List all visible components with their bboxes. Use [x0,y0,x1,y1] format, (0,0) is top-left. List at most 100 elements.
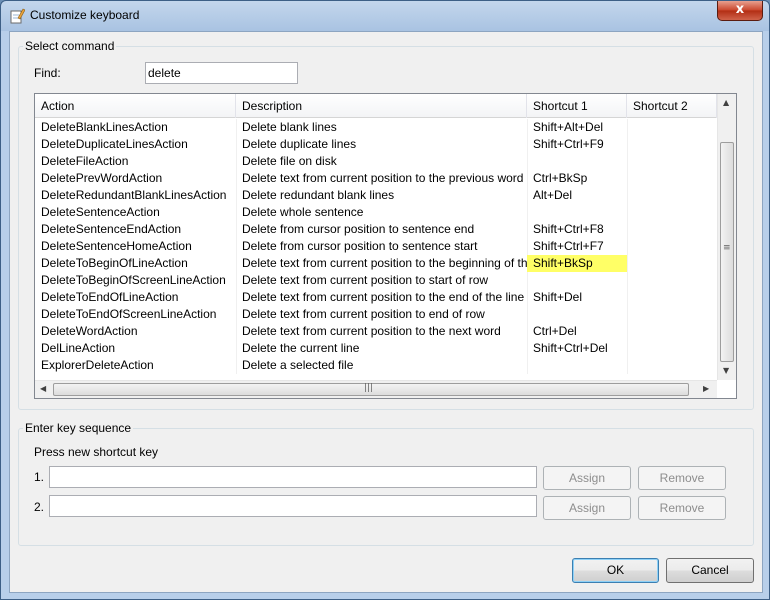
table-cell-shortcut2 [627,204,717,221]
ok-button[interactable]: OK [572,558,659,583]
shortcut-prompt: Press new shortcut key [34,445,159,459]
grip-icon: ≡ [723,243,731,253]
shortcut-input-2[interactable] [49,495,537,517]
remove-button-2[interactable]: Remove [638,496,726,520]
table-cell-shortcut2 [627,170,717,187]
table-row[interactable]: DeleteSentenceHomeAction Delete from curs… [35,238,717,255]
table-cell-shortcut2 [627,340,717,357]
table-cell-shortcut1: Shift+BkSp [527,255,627,272]
table-cell-action: DeleteToEndOfLineAction [41,290,179,304]
vertical-scrollbar[interactable]: ▲ ≡ ▼ [717,94,736,380]
table-cell-description: Delete file on disk [242,154,337,168]
horizontal-scroll-thumb[interactable]: ||| [53,383,689,396]
table-cell-shortcut1: Shift+Del [533,290,583,304]
table-cell-shortcut1: Ctrl+BkSp [533,171,588,185]
table-cell-description: Delete text from current position to end… [242,307,485,321]
table-cell-shortcut1 [527,272,627,289]
close-button[interactable]: x [717,1,763,21]
table-row[interactable]: DelLineAction Delete the current line Shif… [35,340,717,357]
table-cell-description: Delete blank lines [242,120,337,134]
table-cell-shortcut1: Shift+Ctrl+F8 [533,222,604,236]
table-row[interactable]: DeleteToEndOfLineAction Delete text from … [35,289,717,306]
table-cell-shortcut1: Alt+Del [533,188,573,202]
find-label: Find: [34,66,61,80]
vertical-scroll-thumb[interactable]: ≡ [720,142,734,362]
table-row[interactable]: DeleteToEndOfScreenLineAction Delete text… [35,306,717,323]
table-cell-action: ExplorerDeleteAction [41,358,154,372]
table-cell-shortcut1 [527,357,627,374]
table-cell-shortcut2 [627,221,717,238]
table-row[interactable]: DeleteSentenceAction Delete whole sentenc… [35,204,717,221]
table-row[interactable]: ExplorerDeleteAction Delete a selected fi… [35,357,717,374]
table-cell-description: Delete redundant blank lines [242,188,395,202]
window-title: Customize keyboard [30,8,140,22]
table-cell-action: DeleteSentenceHomeAction [41,239,192,253]
column-header-shortcut1[interactable]: Shortcut 1 [527,94,627,118]
table-cell-action: DeleteToBeginOfScreenLineAction [41,273,226,287]
table-cell-action: DeleteSentenceEndAction [41,222,182,236]
assign-button-2[interactable]: Assign [543,496,631,520]
remove-button-1[interactable]: Remove [638,466,726,490]
table-cell-description: Delete text from current position to the… [242,171,524,185]
table-cell-shortcut1: Ctrl+Del [533,324,577,338]
table-row[interactable]: DeleteRedundantBlankLinesAction Delete re… [35,187,717,204]
table-cell-shortcut2 [627,153,717,170]
assign-button-1[interactable]: Assign [543,466,631,490]
find-input[interactable] [145,62,298,84]
table-cell-shortcut1: Shift+Alt+Del [533,120,604,134]
table-cell-description: Delete from cursor position to sentence … [242,239,478,253]
customize-keyboard-window: Customize keyboard x Select command Find… [0,0,770,600]
shortcut-input-1[interactable] [49,466,537,488]
table-cell-shortcut1: Shift+Ctrl+F9 [533,137,604,151]
cancel-button[interactable]: Cancel [666,558,754,583]
table-cell-action: DeletePrevWordAction [41,171,163,185]
table-cell-description: Delete text from current position to the… [242,324,501,338]
sequence-number-2: 2. [34,500,45,514]
table-row[interactable]: DeleteToBeginOfScreenLineAction Delete te… [35,272,717,289]
horizontal-scrollbar[interactable]: ◀ ||| ▶ [35,380,717,398]
table-cell-shortcut2 [627,255,717,272]
table-cell-action: DeleteRedundantBlankLinesAction [41,188,227,202]
command-list[interactable]: Action Description Shortcut 1 Shortcut 2… [34,93,737,399]
select-command-label: Select command [23,39,117,53]
table-cell-action: DeleteFileAction [41,154,129,168]
table-row[interactable]: DeletePrevWordAction Delete text from cur… [35,170,717,187]
table-cell-description: Delete text from current position to sta… [242,273,489,287]
table-row[interactable]: DeleteSentenceEndAction Delete from curso… [35,221,717,238]
scroll-left-icon[interactable]: ◀ [40,384,46,393]
table-cell-shortcut2 [627,306,717,323]
table-cell-description: Delete text from current position to the… [242,290,525,304]
grip-icon: ||| [364,383,374,393]
scroll-right-icon[interactable]: ▶ [703,384,709,393]
table-cell-shortcut2 [627,238,717,255]
column-header-shortcut2[interactable]: Shortcut 2 [627,94,717,118]
title-bar[interactable]: Customize keyboard x [1,1,769,31]
table-cell-shortcut1 [527,204,627,221]
table-cell-shortcut2 [627,187,717,204]
table-cell-description: Delete text from current position to the… [242,256,527,270]
table-row[interactable]: DeleteToBeginOfLineAction Delete text fro… [35,255,717,272]
column-header-action[interactable]: Action [35,94,236,118]
table-cell-description: Delete whole sentence [242,205,364,219]
scroll-down-icon[interactable]: ▼ [723,366,729,375]
table-cell-action: DeleteToEndOfScreenLineAction [41,307,217,321]
list-body: DeleteBlankLinesAction Delete blank lines… [35,119,717,374]
table-cell-shortcut1 [527,153,627,170]
table-cell-action: DeleteSentenceAction [41,205,160,219]
list-header: Action Description Shortcut 1 Shortcut 2 [35,94,717,118]
column-header-description[interactable]: Description [236,94,527,118]
table-cell-action: DeleteToBeginOfLineAction [41,256,188,270]
table-cell-shortcut1: Shift+Ctrl+Del [533,341,608,355]
key-sequence-label: Enter key sequence [23,421,134,435]
table-cell-shortcut2 [627,323,717,340]
table-cell-shortcut2 [627,289,717,306]
table-cell-action: DeleteWordAction [41,324,138,338]
table-cell-description: Delete duplicate lines [242,137,357,151]
table-row[interactable]: DeleteFileAction Delete file on disk [35,153,717,170]
table-row[interactable]: DeleteWordAction Delete text from current… [35,323,717,340]
table-row[interactable]: DeleteBlankLinesAction Delete blank lines… [35,119,717,136]
table-row[interactable]: DeleteDuplicateLinesAction Delete duplica… [35,136,717,153]
table-cell-shortcut2 [627,272,717,289]
table-cell-description: Delete the current line [242,341,360,355]
scroll-up-icon[interactable]: ▲ [723,98,729,107]
